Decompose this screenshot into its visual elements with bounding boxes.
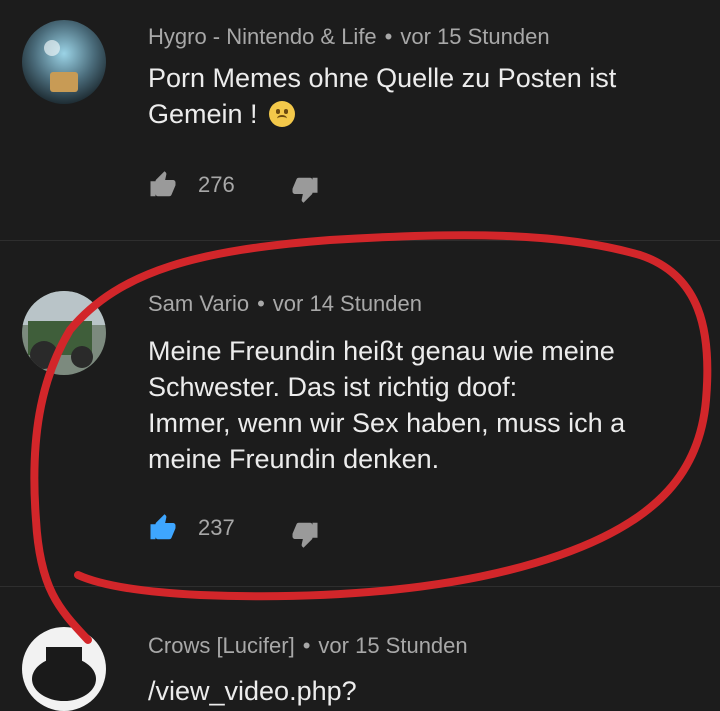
like-count: 237 (198, 515, 235, 540)
comment-meta: Hygro - Nintendo & Life • vor 15 Stunden (148, 24, 550, 50)
comment-text: Meine Freundin heißt genau wie meine Sch… (148, 333, 625, 477)
comment-line: Porn Memes ohne Quelle zu Posten ist (148, 63, 617, 93)
timestamp[interactable]: vor 14 Stunden (273, 291, 422, 316)
comment-actions: 276 (148, 168, 348, 208)
comment-meta: Sam Vario • vor 14 Stunden (148, 291, 422, 317)
separator: • (302, 633, 311, 658)
comment-2: Sam Vario • vor 14 Stunden Meine Freundin … (0, 241, 720, 586)
comment-1: Hygro - Nintendo & Life • vor 15 Stunden P… (0, 0, 720, 240)
comment-actions: 237 (148, 509, 348, 549)
avatar[interactable] (22, 20, 106, 104)
comment-line: meine Freundin denken. (148, 444, 440, 474)
like-icon[interactable] (148, 513, 178, 543)
avatar[interactable] (22, 291, 106, 375)
separator: • (384, 24, 393, 49)
dislike-icon[interactable] (290, 174, 320, 204)
comment-line: Schwester. Das ist richtig doof: (148, 372, 518, 402)
author-name[interactable]: Hygro - Nintendo & Life (148, 24, 377, 49)
author-name[interactable]: Sam Vario (148, 291, 249, 316)
avatar[interactable] (22, 627, 106, 711)
separator: • (257, 291, 265, 316)
comment-text: Porn Memes ohne Quelle zu Posten ist Gem… (148, 60, 616, 132)
avatar-image (22, 627, 106, 711)
timestamp[interactable]: vor 15 Stunden (400, 24, 549, 49)
comment-line: Gemein ! (148, 99, 258, 129)
comment-3: Crows [Lucifer] • vor 15 Stunden /view_vid… (0, 587, 720, 711)
comment-line: Immer, wenn wir Sex haben, muss ich a (148, 408, 626, 438)
author-name[interactable]: Crows [Lucifer] (148, 633, 295, 658)
dislike-icon[interactable] (290, 519, 320, 549)
comment-text: /view_video.php? (148, 673, 357, 709)
avatar-image (22, 291, 106, 375)
timestamp[interactable]: vor 15 Stunden (318, 633, 467, 658)
worried-face-icon (269, 101, 296, 127)
like-count: 276 (198, 172, 235, 197)
comment-meta: Crows [Lucifer] • vor 15 Stunden (148, 633, 468, 659)
comment-line: Meine Freundin heißt genau wie meine (148, 336, 615, 366)
avatar-image (22, 20, 106, 104)
like-icon[interactable] (148, 170, 178, 200)
comment-line[interactable]: /view_video.php? (148, 673, 357, 709)
